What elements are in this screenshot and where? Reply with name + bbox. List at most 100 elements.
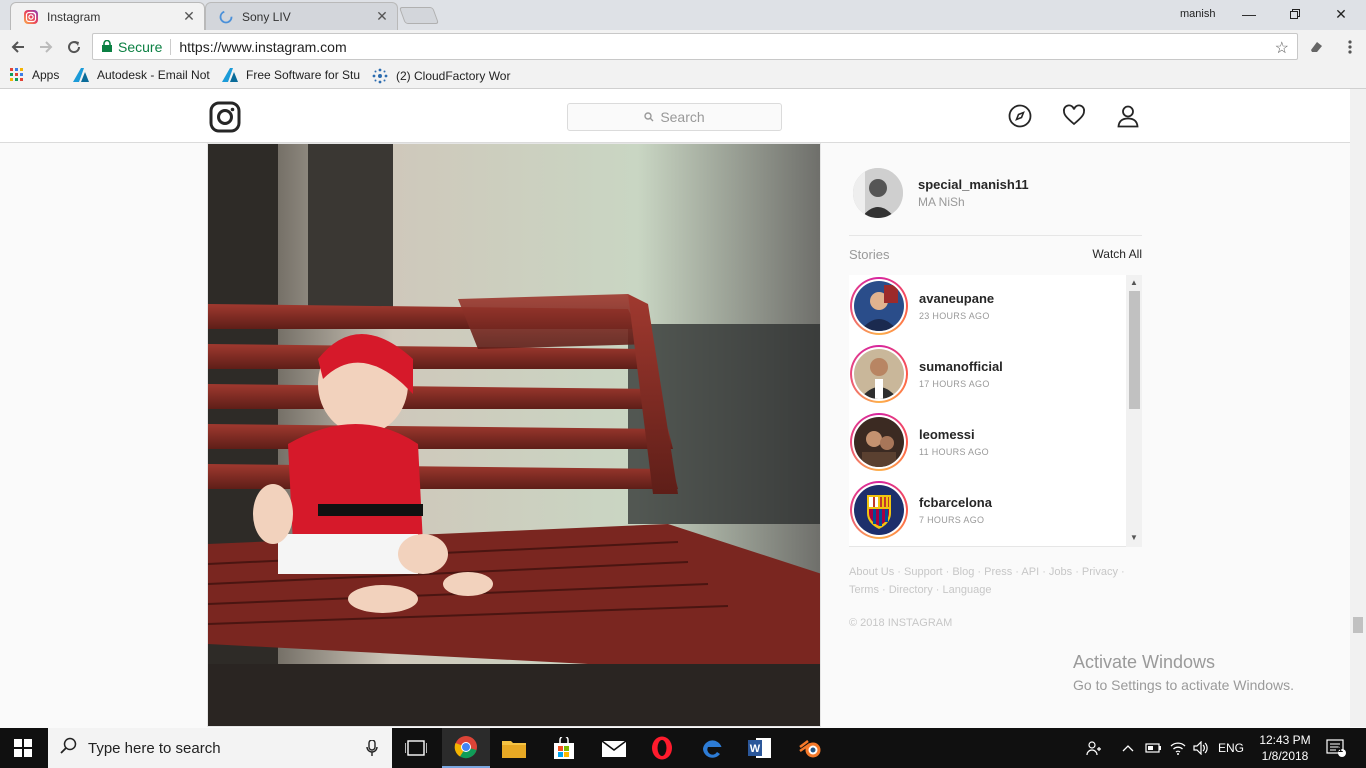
bookmark-star-icon[interactable]: ☆	[1275, 38, 1289, 58]
close-window-icon[interactable]: ✕	[1318, 0, 1364, 28]
bookmark-label: (2) CloudFactory Wor	[396, 69, 511, 83]
windows-start-icon[interactable]	[14, 739, 32, 762]
profile-name[interactable]: manish	[1180, 8, 1215, 20]
footer-line[interactable]: Terms · Directory · Language	[849, 581, 1129, 599]
search-placeholder: Type here to search	[88, 739, 221, 757]
omnibox-divider	[170, 38, 172, 55]
forward-icon[interactable]	[36, 37, 56, 57]
chrome-taskbar-icon[interactable]	[442, 728, 490, 768]
restore-icon[interactable]	[1272, 0, 1318, 28]
bookmark-label: Autodesk - Email Not	[97, 68, 210, 82]
input-language[interactable]: ENG	[1218, 728, 1244, 768]
edge-icon[interactable]	[688, 728, 736, 768]
address-bar[interactable]: Secure https://www.instagram.com ☆	[92, 33, 1298, 60]
scrollbar-thumb[interactable]	[1129, 291, 1140, 409]
story-item[interactable]: leomessi 11 HOURS AGO	[849, 408, 1125, 476]
microphone-icon[interactable]	[366, 739, 378, 760]
story-username: sumanofficial	[919, 359, 1003, 374]
full-name: MA NiSh	[918, 195, 965, 209]
stories-list[interactable]: avaneupane 23 HOURS AGO sumanofficial 17…	[849, 275, 1142, 547]
reload-icon[interactable]	[64, 37, 84, 57]
system-clock[interactable]: 12:43 PM 1/8/2018	[1254, 732, 1316, 764]
loading-spinner-icon	[218, 9, 234, 25]
blender-icon[interactable]	[786, 728, 834, 768]
tab-close-icon[interactable]: ✕	[373, 8, 391, 25]
url-text[interactable]: https://www.instagram.com	[179, 39, 346, 55]
current-user[interactable]: special_manish11 MA NiSh	[853, 168, 1029, 218]
tab-title: Sony LIV	[242, 9, 291, 24]
story-avatar	[854, 417, 904, 467]
activity-heart-icon[interactable]	[1062, 104, 1086, 133]
tab-sony-liv[interactable]: Sony LIV ✕	[205, 2, 398, 30]
post-image[interactable]	[207, 143, 821, 727]
tab-title: Instagram	[47, 9, 101, 24]
lock-icon	[102, 39, 112, 55]
scrollbar-thumb[interactable]	[1353, 617, 1363, 633]
autodesk-icon	[222, 68, 238, 82]
divider	[849, 235, 1142, 236]
bookmark-apps[interactable]: Apps	[10, 68, 59, 82]
story-item[interactable]: sumanofficial 17 HOURS AGO	[849, 340, 1125, 408]
search-icon	[644, 112, 654, 122]
bookmark-label: Apps	[32, 68, 60, 82]
eraser-extension-icon[interactable]	[1306, 37, 1326, 57]
story-item[interactable]: fcbarcelona 7 HOURS AGO	[849, 476, 1125, 544]
scroll-up-icon[interactable]: ▲	[1130, 278, 1138, 287]
notification-count: 1	[1338, 744, 1344, 754]
task-view-icon[interactable]	[392, 728, 440, 768]
username[interactable]: special_manish11	[918, 177, 1029, 192]
story-username: leomessi	[919, 427, 975, 442]
watch-all-link[interactable]: Watch All	[1092, 247, 1142, 262]
mail-icon[interactable]	[590, 728, 638, 768]
windows-taskbar: Type here to search W ENG 12:43 PM 1/8/2…	[0, 728, 1366, 768]
search-placeholder: Search	[660, 109, 705, 125]
footer-line[interactable]: About Us · Support · Blog · Press · API …	[849, 563, 1129, 581]
menu-dots-icon[interactable]	[1340, 37, 1360, 57]
instagram-search-input[interactable]: Search	[567, 103, 782, 131]
story-time: 23 HOURS AGO	[919, 311, 990, 321]
bookmark-free-software[interactable]: Free Software for Stu	[222, 68, 360, 82]
fcbarcelona-crest-icon	[854, 485, 904, 535]
wifi-icon[interactable]	[1170, 728, 1186, 768]
opera-icon[interactable]	[638, 728, 686, 768]
profile-person-icon[interactable]	[1116, 104, 1140, 133]
story-avatar	[854, 349, 904, 399]
browser-toolbar: Secure https://www.instagram.com ☆	[0, 30, 1366, 64]
instagram-logo-icon[interactable]	[209, 101, 241, 138]
footer-links[interactable]: About Us · Support · Blog · Press · API …	[849, 563, 1129, 599]
bookmark-autodesk-email[interactable]: Autodesk - Email Not	[73, 68, 211, 82]
stories-scrollbar[interactable]: ▲ ▼	[1126, 275, 1142, 547]
scroll-down-icon[interactable]: ▼	[1130, 533, 1138, 542]
minimize-icon[interactable]: —	[1226, 0, 1272, 28]
tab-instagram[interactable]: Instagram ✕	[10, 2, 205, 30]
cloudfactory-icon	[372, 68, 388, 84]
word-icon[interactable]: W	[736, 728, 784, 768]
tab-close-icon[interactable]: ✕	[180, 8, 198, 25]
back-icon[interactable]	[8, 37, 28, 57]
stories-header: Stories Watch All	[849, 247, 1142, 262]
apps-grid-icon	[10, 68, 24, 82]
action-center-icon[interactable]: 1	[1326, 728, 1346, 768]
page-scrollbar[interactable]	[1350, 89, 1366, 727]
file-explorer-icon[interactable]	[490, 728, 538, 768]
tab-strip: Instagram ✕ Sony LIV ✕ manish — ✕	[0, 0, 1366, 30]
people-icon[interactable]	[1086, 728, 1102, 768]
svg-text:W: W	[750, 743, 761, 755]
store-icon[interactable]	[540, 728, 588, 768]
bookmark-cloudfactory[interactable]: (2) CloudFactory Wor	[372, 68, 512, 84]
copyright: © 2018 INSTAGRAM	[849, 617, 953, 629]
clock-date: 1/8/2018	[1261, 749, 1309, 763]
show-hidden-icons-chevron-icon[interactable]	[1122, 728, 1134, 768]
user-avatar[interactable]	[853, 168, 903, 218]
watermark-title: Activate Windows	[1073, 652, 1216, 672]
explore-compass-icon[interactable]	[1008, 104, 1032, 133]
bookmarks-bar: Apps Autodesk - Email Not Free Software …	[0, 64, 1366, 89]
story-time: 17 HOURS AGO	[919, 379, 990, 389]
story-item[interactable]: avaneupane 23 HOURS AGO	[849, 272, 1125, 340]
instagram-navbar: Search	[0, 89, 1350, 143]
volume-icon[interactable]	[1193, 728, 1209, 768]
secure-label: Secure	[118, 38, 163, 55]
new-tab-button[interactable]	[398, 7, 440, 24]
battery-icon[interactable]	[1145, 728, 1163, 768]
taskbar-search-box[interactable]: Type here to search	[48, 728, 392, 768]
